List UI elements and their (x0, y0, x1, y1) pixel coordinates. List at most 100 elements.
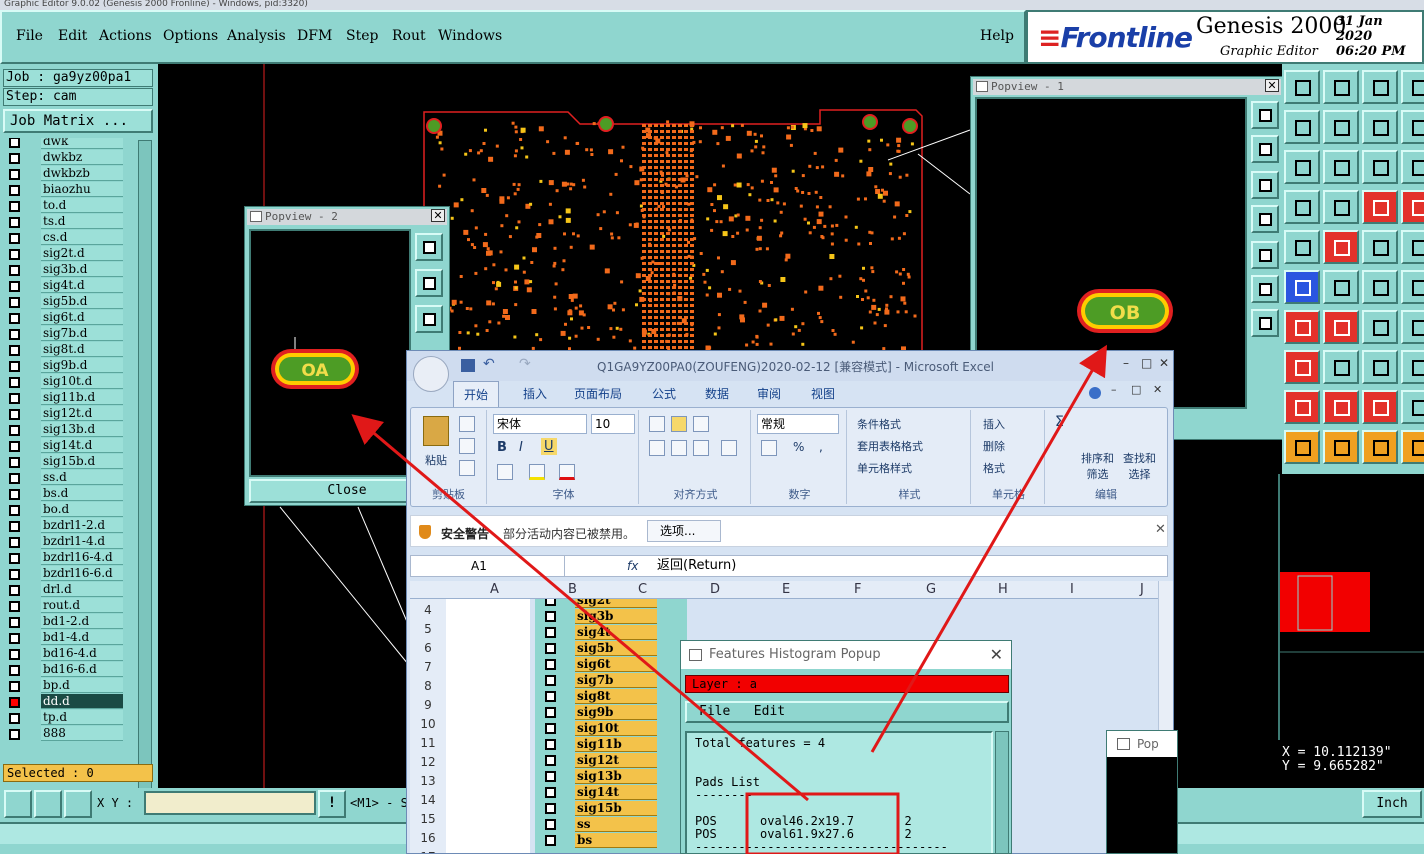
popview-2-titlebar[interactable]: Popview - 2 (247, 209, 447, 225)
delta-icon[interactable] (1401, 390, 1424, 424)
layer-checkbox[interactable] (9, 649, 20, 660)
layer-name[interactable]: sig8t.d (41, 342, 123, 357)
menu-dfm[interactable]: DFM (297, 28, 332, 44)
layer-name[interactable]: bs (575, 833, 657, 848)
layer-name[interactable]: sig9b (575, 705, 657, 720)
column-header[interactable]: B (568, 582, 577, 597)
zoom-home-button[interactable] (415, 233, 443, 261)
layer-checkbox[interactable] (9, 489, 20, 500)
cell-style-button[interactable]: 单元格样式 (857, 460, 912, 476)
menu-step[interactable]: Step (346, 28, 378, 44)
tab-view[interactable]: 视图 (811, 385, 835, 402)
layer-row[interactable]: sig9b.d (4, 358, 136, 374)
layer-name[interactable]: rout.d (41, 598, 123, 613)
font-size-select[interactable]: 10 (591, 414, 635, 434)
row-header[interactable]: 4 (410, 603, 446, 617)
page-icon[interactable] (1401, 70, 1424, 104)
layer-name[interactable]: sig10t.d (41, 374, 123, 389)
layer-checkbox[interactable] (9, 153, 20, 164)
tab-data[interactable]: 数据 (705, 385, 729, 402)
row-header[interactable]: 14 (410, 793, 446, 807)
close-icon[interactable] (1323, 270, 1359, 304)
layer-checkbox[interactable] (545, 819, 556, 830)
layer-checkbox[interactable] (9, 537, 20, 548)
layer-row[interactable]: bzdrl16-4.d (4, 550, 136, 566)
snap-icon[interactable] (1284, 350, 1320, 384)
layer-name[interactable]: sig12t (575, 753, 657, 768)
layer-row[interactable]: bzdrl1-2.d (4, 518, 136, 534)
layer-checkbox[interactable] (545, 707, 556, 718)
font-name-select[interactable]: 宋体 (493, 414, 587, 434)
layer-name[interactable]: bzdrl16-4.d (41, 550, 123, 565)
align-top-icon[interactable] (649, 416, 665, 432)
layer-name[interactable]: dwkbz (41, 150, 123, 165)
cursor3-icon[interactable] (1362, 430, 1398, 464)
layer-row[interactable]: sig7b.d (4, 326, 136, 342)
layer-checkbox[interactable] (9, 297, 20, 308)
pan-button[interactable] (1251, 205, 1279, 233)
layer-name[interactable]: sig4t (575, 625, 657, 640)
layer-row[interactable]: dwkbz (4, 150, 136, 166)
tab-review[interactable]: 审阅 (757, 385, 781, 402)
layer-row[interactable]: sig9b (535, 705, 687, 721)
layer-checkbox[interactable] (545, 835, 556, 846)
delete-cells-button[interactable]: 删除 (983, 438, 1005, 454)
row-header[interactable]: 5 (410, 622, 446, 636)
column-header[interactable]: G (926, 582, 936, 597)
layer-checkbox[interactable] (9, 505, 20, 516)
help-icon[interactable] (1089, 387, 1101, 399)
minimize-icon[interactable]: – (1123, 356, 1129, 370)
zoom-home-button[interactable] (1251, 101, 1279, 129)
layer-name[interactable]: drl.d (41, 582, 123, 597)
popview-1-titlebar[interactable]: Popview - 1 (973, 79, 1281, 95)
layer-checkbox[interactable] (545, 739, 556, 750)
redraw-button[interactable] (1251, 309, 1279, 337)
layer-name[interactable]: bd1-4.d (41, 630, 123, 645)
insert-cells-button[interactable]: 插入 (983, 416, 1005, 432)
layer-checkbox[interactable] (545, 691, 556, 702)
layer-checkbox[interactable] (545, 787, 556, 798)
popview-3-titlebar[interactable]: Pop (1107, 731, 1177, 757)
layer-name[interactable]: biaozhu (41, 182, 123, 197)
conditional-format-button[interactable]: 条件格式 (857, 416, 901, 432)
histogram-menu-file[interactable]: File (699, 704, 730, 719)
layer-name[interactable]: tp.d (41, 710, 123, 725)
fill-color-icon[interactable] (529, 464, 545, 480)
layer-row[interactable]: sig3b.d (4, 262, 136, 278)
layer-row[interactable]: bd1-2.d (4, 614, 136, 630)
row-header[interactable]: 16 (410, 831, 446, 845)
merge-icon[interactable] (1401, 350, 1424, 384)
layer-checkbox[interactable] (9, 185, 20, 196)
xy-input[interactable] (144, 791, 316, 815)
home-icon[interactable] (1362, 70, 1398, 104)
column-header[interactable]: I (1070, 582, 1074, 597)
layer-checkbox[interactable] (545, 771, 556, 782)
layer-name[interactable]: dwkbzb (41, 166, 123, 181)
layer-row[interactable]: sig3b (535, 609, 687, 625)
job-matrix-button[interactable]: Job Matrix ... (3, 109, 153, 133)
menu-windows[interactable]: Windows (438, 28, 502, 44)
swap-icon[interactable] (1362, 110, 1398, 144)
fit-button[interactable] (1251, 241, 1279, 269)
layer-checkbox[interactable] (545, 659, 556, 670)
layer-row[interactable]: bzdrl16-6.d (4, 566, 136, 582)
layer-checkbox[interactable] (9, 521, 20, 532)
ruler-icon[interactable] (1362, 230, 1398, 264)
menu-actions[interactable]: Actions (99, 28, 152, 44)
drill-icon[interactable] (1362, 190, 1398, 224)
restore-icon[interactable]: □ (1131, 383, 1141, 396)
layer-checkbox[interactable] (9, 553, 20, 564)
layer-row[interactable]: to.d (4, 198, 136, 214)
layer-checkbox[interactable] (9, 425, 20, 436)
row-header[interactable]: 13 (410, 774, 446, 788)
layer-checkbox[interactable] (9, 377, 20, 388)
histogram-titlebar[interactable]: Features Histogram Popup ✕ (681, 641, 1011, 669)
draw-icon[interactable] (1323, 310, 1359, 344)
layer-name[interactable]: bzdrl16-6.d (41, 566, 123, 581)
save-icon[interactable] (461, 359, 475, 372)
layer-checkbox[interactable] (545, 755, 556, 766)
row-header[interactable]: 7 (410, 660, 446, 674)
layer-row[interactable]: bs (535, 833, 687, 849)
layer-row[interactable]: sig10t (535, 721, 687, 737)
layer-row[interactable]: bo.d (4, 502, 136, 518)
